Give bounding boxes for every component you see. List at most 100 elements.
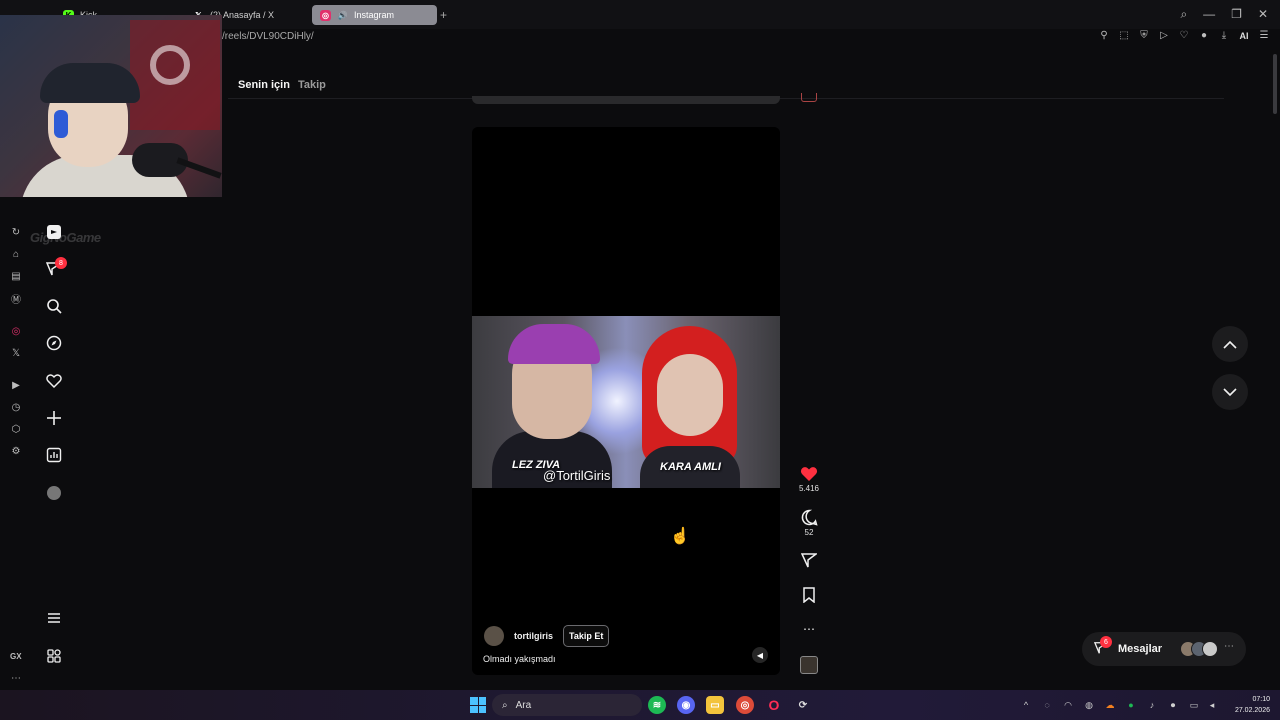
reel-author: tortilgiris Takip Et <box>484 625 610 647</box>
save-button[interactable] <box>798 587 820 603</box>
previous-reel-button[interactable] <box>1212 326 1248 362</box>
shield-icon[interactable]: ⛨ <box>1138 30 1150 41</box>
webcam-overlay <box>0 15 222 197</box>
tab-for-you[interactable]: Senin için <box>238 79 290 91</box>
file-explorer-icon[interactable]: ▭ <box>706 696 724 714</box>
clock[interactable]: 07:10 27.02.2026 <box>1226 694 1270 716</box>
robot-icon[interactable]: ⌂ <box>9 247 23 261</box>
menu-icon[interactable]: ☰ <box>1258 30 1270 41</box>
opera-gx-icon[interactable]: O <box>765 696 783 714</box>
bookmark-icon <box>803 587 815 603</box>
minimize-icon[interactable]: — <box>1203 7 1215 22</box>
ai-button[interactable]: AI <box>1238 31 1250 41</box>
notification-badge: 8 <box>55 257 67 269</box>
ellipsis-icon: ⋯ <box>803 622 815 636</box>
previous-audio-thumb[interactable] <box>801 93 817 102</box>
like-button[interactable]: 5.416 <box>798 466 820 493</box>
start-button[interactable] <box>470 697 486 713</box>
more-options-button[interactable]: ⋯ <box>798 622 820 636</box>
search-tabs-icon[interactable]: ⌕ <box>1180 7 1187 22</box>
comment-button[interactable]: 52 <box>798 509 820 537</box>
taskbar-search[interactable]: ⌕ Ara <box>492 694 642 716</box>
messenger-icon[interactable]: Ⓜ <box>9 291 23 306</box>
headset <box>54 110 68 138</box>
extensions-icon[interactable]: ⬡ <box>9 422 23 436</box>
tab-label: Instagram <box>354 10 395 20</box>
share-button[interactable] <box>798 552 820 568</box>
explore-icon[interactable] <box>44 333 64 353</box>
speaker-icon[interactable]: 🔊 <box>337 10 348 21</box>
chrome-icon[interactable]: ◎ <box>736 696 754 714</box>
steam-icon[interactable]: ◍ <box>1082 698 1096 712</box>
messages-label: Mesajlar <box>1118 643 1163 655</box>
instagram-sidebar-icon[interactable]: ◎ <box>9 324 23 338</box>
tab-following[interactable]: Takip <box>298 79 326 91</box>
messages-badge: 6 <box>1100 636 1112 648</box>
video-frame: LEZ ZIVA KARA AMLI @TortilGiris <box>472 316 780 488</box>
speaker-icon[interactable]: ♪ <box>1145 698 1159 712</box>
more-icon[interactable]: ⋯ <box>9 671 23 685</box>
restore-icon[interactable]: ❐ <box>1231 7 1242 22</box>
contact-avatar <box>1202 641 1218 657</box>
volume-icon[interactable]: ◂ <box>1205 698 1219 712</box>
heart-icon[interactable] <box>44 371 64 391</box>
settings-icon[interactable]: ⚙ <box>9 444 23 458</box>
author-username[interactable]: tortilgiris <box>514 631 553 641</box>
scrollbar-thumb[interactable] <box>1273 54 1277 114</box>
pin-icon[interactable]: ⚲ <box>1098 30 1110 41</box>
author-avatar[interactable] <box>484 626 504 646</box>
discord-icon[interactable]: ◉ <box>677 696 695 714</box>
create-icon[interactable] <box>44 408 64 428</box>
heart-outline-icon[interactable]: ♡ <box>1178 30 1190 41</box>
comment-count: 52 <box>804 528 814 537</box>
messages-icon: 6 <box>1093 636 1112 657</box>
url-text[interactable]: /reels/DVL90CDiHly/ <box>222 31 314 42</box>
network-icon[interactable]: ▭ <box>1187 698 1201 712</box>
home-icon[interactable] <box>44 222 64 242</box>
chevron-up-icon[interactable]: ^ <box>1019 698 1033 712</box>
volume-icon[interactable]: ◀ <box>752 647 768 663</box>
new-tab-button[interactable]: + <box>440 8 447 22</box>
history-icon[interactable]: ◷ <box>9 400 23 414</box>
clock-time: 07:10 <box>1252 696 1270 703</box>
profile-icon[interactable]: ● <box>1198 30 1210 41</box>
more-menu-icon[interactable] <box>44 608 64 628</box>
spotify-tray-icon[interactable]: ● <box>1124 698 1138 712</box>
comment-icon <box>801 509 818 526</box>
bookmarks-icon[interactable]: ▤ <box>9 269 23 283</box>
send-icon <box>801 553 817 568</box>
right-figure-face <box>657 354 723 436</box>
address-bar-icons: ⚲ ⬚ ⛨ ▷ ♡ ● ⤓ AI ☰ <box>1098 30 1270 41</box>
microphone-icon[interactable]: ⏺ <box>1166 698 1180 712</box>
next-reel-button[interactable] <box>1212 374 1248 410</box>
page-scrollbar[interactable] <box>1272 48 1278 690</box>
profile-avatar[interactable] <box>44 483 64 503</box>
reel-video[interactable]: LEZ ZIVA KARA AMLI @TortilGiris tortilgi… <box>472 127 780 675</box>
snapshot-icon[interactable]: ⬚ <box>1118 30 1130 41</box>
reel-caption: Olmadı yakışmadı <box>483 654 556 664</box>
headphones-icon[interactable]: ◠ <box>1061 698 1075 712</box>
reload-icon[interactable]: ↻ <box>9 225 23 239</box>
message-avatars <box>1180 641 1218 657</box>
download-icon[interactable]: ⤓ <box>1218 30 1230 41</box>
also-from-meta-icon[interactable] <box>44 646 64 666</box>
app-icon[interactable]: ⟳ <box>794 696 812 714</box>
player-sidebar-icon[interactable]: ▶ <box>9 378 23 392</box>
player-icon[interactable]: ▷ <box>1158 30 1170 41</box>
flag-crescent <box>150 45 190 85</box>
search-icon[interactable] <box>44 296 64 316</box>
dashboard-icon[interactable] <box>44 445 64 465</box>
messages-pill[interactable]: 6 Mesajlar ⋯ <box>1082 632 1246 666</box>
close-icon[interactable]: ✕ <box>1258 7 1268 22</box>
cloud-icon[interactable]: ☁ <box>1103 698 1117 712</box>
reels-tabs: Senin için Takip <box>238 79 326 91</box>
tab-instagram[interactable]: ◎ 🔊 Instagram <box>312 5 437 25</box>
audio-thumbnail[interactable] <box>800 656 818 674</box>
follow-button[interactable]: Takip Et <box>563 625 610 647</box>
x-sidebar-icon[interactable]: 𝕏 <box>9 346 23 360</box>
previous-reel-edge[interactable] <box>472 96 780 104</box>
spotify-icon[interactable]: ≋ <box>648 696 666 714</box>
direct-icon[interactable]: 8 <box>44 257 67 279</box>
left-figure-hair <box>508 324 600 364</box>
tray-app-icon[interactable]: ◌ <box>1040 698 1054 712</box>
